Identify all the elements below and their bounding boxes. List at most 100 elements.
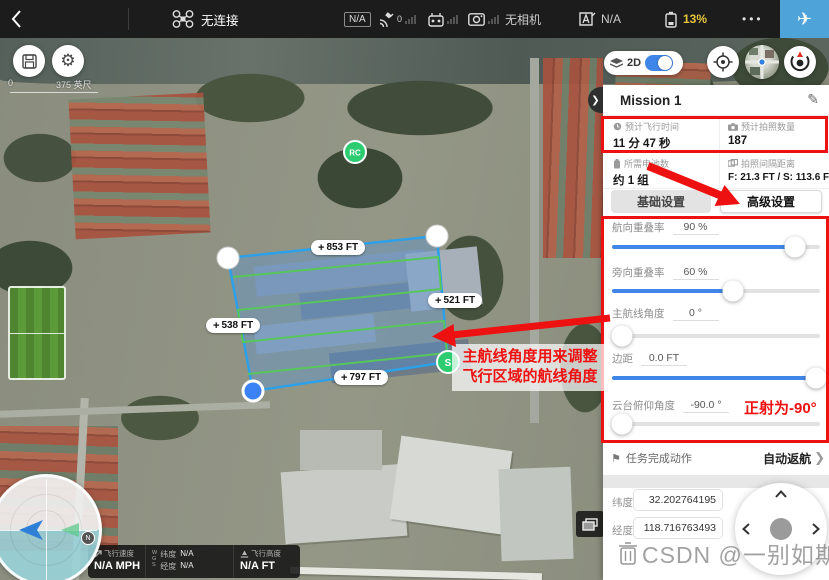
- map-building-white: [498, 467, 573, 561]
- map-scale-zero: 0: [8, 78, 13, 88]
- polygon-vertex-handle-selected[interactable]: [243, 381, 263, 401]
- rc-signal-status[interactable]: [428, 0, 458, 38]
- battery-percent: 13%: [683, 12, 707, 26]
- satellite-icon: [378, 11, 395, 27]
- north-badge: N: [81, 531, 95, 545]
- slider-handle[interactable]: [785, 237, 806, 258]
- stat-battery-count: 所需电池数 约 1 组: [603, 153, 720, 188]
- telemetry-coords: WGS 纬度N/A 经度N/A: [146, 545, 234, 578]
- map-building-white: [300, 430, 382, 470]
- battery-status[interactable]: 13%: [664, 0, 707, 38]
- remote-controller-icon: [428, 12, 444, 27]
- route-angle-value[interactable]: 0 °: [673, 307, 719, 321]
- margin-value[interactable]: 0.0 FT: [641, 352, 687, 366]
- slider-row-margin: 边距 0.0 FT: [612, 351, 820, 366]
- slider-handle[interactable]: [612, 414, 633, 435]
- annotation-route-angle-note: 主航线角度用来调整 飞行区域的航线角度: [452, 344, 608, 391]
- connection-status-label: 无连接: [201, 10, 239, 29]
- map-scale-distance: 375 英尺: [56, 78, 92, 91]
- stat-flight-time: 预计飞行时间 11 分 47 秒: [603, 116, 720, 151]
- map-scale: 0 375 英尺: [8, 78, 13, 88]
- camera-signal-status[interactable]: 无相机: [468, 0, 541, 38]
- map-view-switch-button[interactable]: [576, 511, 604, 537]
- clock-icon: [613, 122, 622, 131]
- slider-handle[interactable]: [722, 281, 743, 302]
- chevron-left-icon: [10, 9, 22, 29]
- map-2d-toggle[interactable]: [645, 55, 673, 71]
- longitude-label: 经度: [612, 523, 633, 538]
- battery-icon: [613, 159, 621, 169]
- gimbal-pitch-slider[interactable]: [612, 422, 820, 426]
- ellipsis-icon: •••: [742, 12, 764, 26]
- flight-mode-value: N/A: [601, 12, 621, 26]
- telemetry-altitude: 飞行高度 N/A FT: [234, 545, 300, 578]
- stat-photo-interval: 拍照间隔距离 F: 21.3 FT / S: 113.6 FT: [720, 153, 829, 188]
- polygon-vertex-handle[interactable]: [426, 225, 448, 247]
- mission-header: Mission 1 ✎: [603, 85, 829, 116]
- dpad-right-button[interactable]: [812, 523, 820, 535]
- gps-count: 0: [397, 14, 402, 24]
- compass-reset-button[interactable]: [784, 46, 816, 78]
- longitude-input[interactable]: 118.716763493: [633, 517, 723, 539]
- aircraft-connection[interactable]: 无连接: [172, 0, 239, 38]
- edge-distance-label: +538 FT: [206, 318, 260, 333]
- minimap-thumbnail: [745, 45, 779, 79]
- wgs-label: WGS: [152, 550, 157, 572]
- svg-text:S: S: [445, 358, 452, 369]
- camera-icon: [468, 13, 485, 26]
- side-overlap-value[interactable]: 60 %: [673, 266, 719, 280]
- map-mode-pill: 2D: [604, 51, 683, 75]
- dpad-up-button[interactable]: [775, 490, 787, 498]
- chevron-right-icon: ❯: [814, 450, 825, 466]
- slider-row-route-angle: 主航线角度 0 °: [612, 306, 820, 321]
- slider-handle[interactable]: [612, 326, 633, 347]
- course-overlap-slider[interactable]: [612, 245, 820, 249]
- camera-icon: [728, 123, 738, 131]
- telemetry-bar: 飞行速度 N/A MPH WGS 纬度N/A 经度N/A 飞行高度 N/A FT: [88, 545, 300, 578]
- app-root: 0 375 英尺 S RC +853 FT +521 FT +538 FT +7…: [0, 0, 829, 580]
- map-sports-field: [8, 286, 66, 380]
- latitude-input[interactable]: 32.202764195: [633, 489, 723, 511]
- edit-mission-icon[interactable]: ✎: [807, 91, 819, 108]
- route-angle-slider[interactable]: [612, 334, 820, 338]
- tab-advanced-settings[interactable]: 高级设置: [720, 190, 822, 213]
- flag-icon: ⚑: [611, 452, 621, 465]
- slider-handle[interactable]: [805, 368, 826, 389]
- dpad-left-button[interactable]: [742, 523, 750, 535]
- dpad-center-button[interactable]: [770, 518, 792, 540]
- layers-icon: [610, 58, 623, 69]
- flight-area-polygon[interactable]: [228, 236, 448, 391]
- save-mission-button[interactable]: [13, 45, 45, 77]
- back-button[interactable]: [10, 0, 22, 38]
- map-building-white: [281, 464, 408, 544]
- polygon-vertex-handle[interactable]: [217, 247, 239, 269]
- more-menu-button[interactable]: •••: [742, 0, 764, 38]
- locate-button[interactable]: [707, 46, 739, 78]
- rc-signal-bars: [447, 15, 458, 24]
- tab-basic-settings[interactable]: 基础设置: [611, 190, 711, 213]
- latitude-label: 纬度: [612, 495, 633, 510]
- edge-distance-label: +853 FT: [311, 240, 365, 255]
- course-overlap-value[interactable]: 90 %: [673, 221, 719, 235]
- mission-title: Mission 1: [620, 93, 682, 108]
- aircraft-status-badge[interactable]: N/A: [344, 0, 371, 38]
- edge-distance-label: +521 FT: [428, 293, 482, 308]
- finish-action-row[interactable]: ⚑ 任务完成动作 自动返航 ❯: [603, 446, 829, 470]
- mission-panel: Mission 1 ✎ 预计飞行时间 11 分 47 秒 预计拍照数量 187 …: [603, 85, 829, 580]
- flight-mode-status[interactable]: N/A: [578, 0, 621, 38]
- gear-icon: ⚙: [60, 51, 75, 71]
- side-overlap-slider[interactable]: [612, 289, 820, 293]
- minimap-button[interactable]: [745, 45, 779, 79]
- gps-status[interactable]: 0: [378, 0, 416, 38]
- battery-icon: [664, 11, 678, 28]
- mission-settings-button[interactable]: ⚙: [52, 45, 84, 77]
- takeoff-button[interactable]: ✈: [780, 0, 829, 38]
- topbar-divider: [128, 8, 129, 30]
- stat-photo-count: 预计拍照数量 187: [720, 116, 829, 151]
- aircraft-heading-icon: [13, 515, 79, 545]
- gps-signal-bars: [405, 15, 416, 24]
- map-scale-line: [10, 92, 98, 93]
- gimbal-pitch-value[interactable]: -90.0 °: [683, 399, 729, 413]
- position-dpad: [735, 483, 827, 575]
- margin-slider[interactable]: [612, 376, 820, 380]
